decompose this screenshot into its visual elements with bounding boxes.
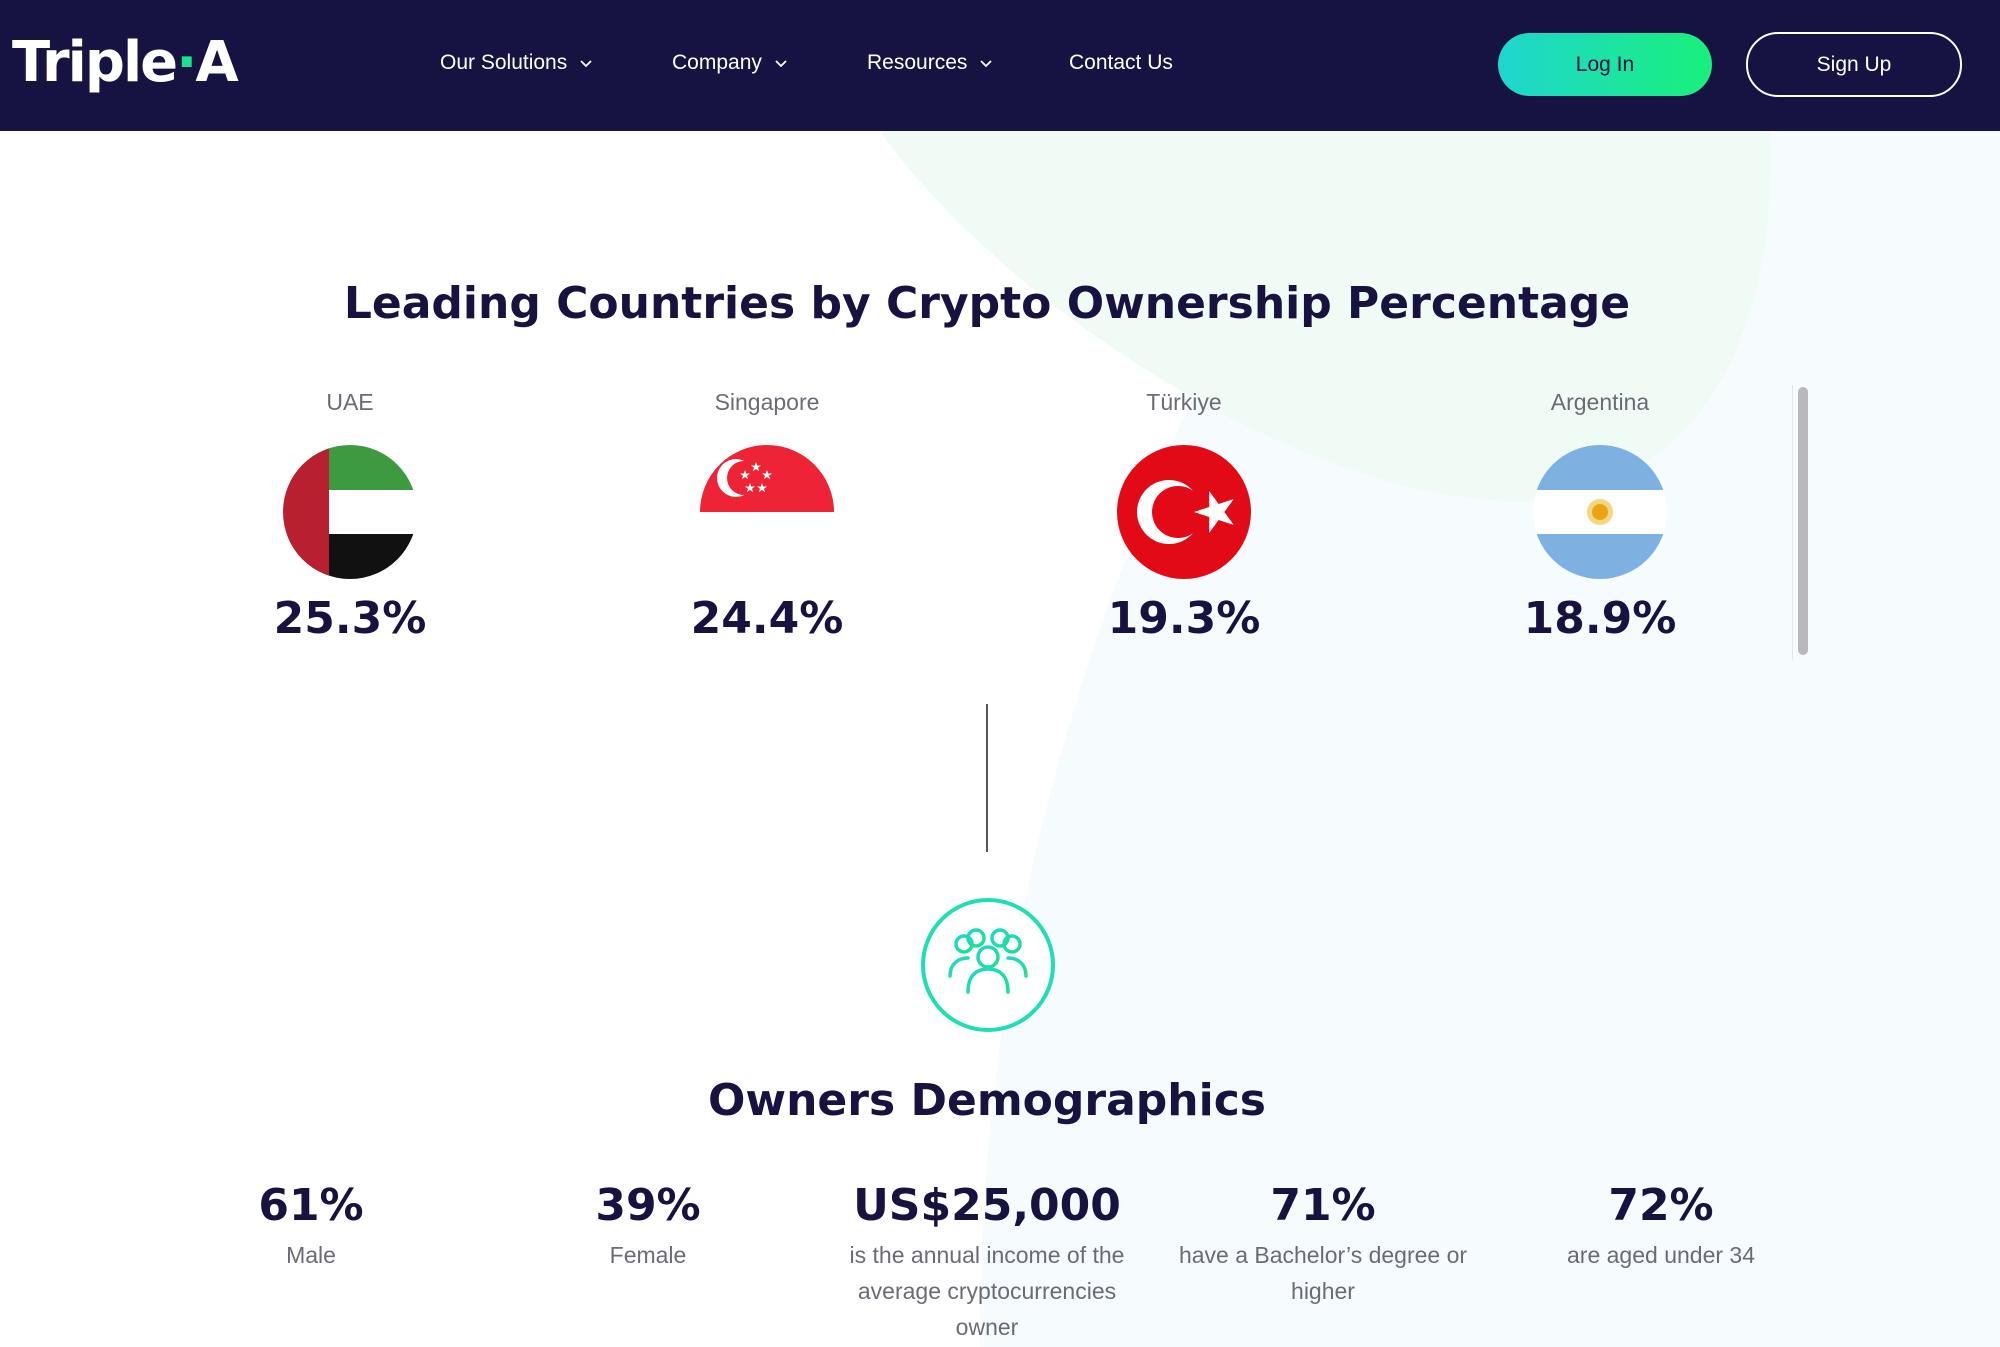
- nav-contact-us[interactable]: Contact Us: [1069, 48, 1173, 78]
- stat-value: US$25,000: [853, 1180, 1121, 1231]
- nav-item-label: Resources: [867, 51, 968, 74]
- stat-female: 39% Female: [498, 1175, 798, 1273]
- people-group-icon: [921, 898, 1055, 1032]
- stat-description-line: is the annual income of the: [849, 1242, 1125, 1268]
- stat-description: Male: [286, 1242, 336, 1268]
- country-card-argentina: Argentina 18.9%: [1450, 385, 1750, 647]
- country-percent: 18.9%: [1523, 593, 1677, 644]
- country-name: UAE: [326, 389, 374, 415]
- singapore-flag-icon: [700, 445, 834, 579]
- login-button[interactable]: Log In: [1498, 33, 1712, 96]
- stat-description: Female: [609, 1242, 687, 1268]
- stat-value: 39%: [595, 1180, 701, 1231]
- stat-value: 72%: [1608, 1180, 1714, 1231]
- demographics-title: Owners Demographics: [708, 1075, 1266, 1126]
- argentina-flag-icon: [1533, 445, 1667, 579]
- country-card-turkiye: Türkiye 19.3%: [1034, 385, 1334, 647]
- stat-value: 61%: [258, 1180, 364, 1231]
- section-divider-line: [986, 704, 988, 852]
- country-name: Türkiye: [1146, 389, 1222, 415]
- stat-annual-income: US$25,000 is the annual income of the av…: [827, 1175, 1147, 1345]
- stat-description: are aged under 34: [1567, 1242, 1755, 1268]
- triple-a-logo[interactable]: Triple·A: [12, 28, 239, 98]
- stat-bachelors-degree: 71% have a Bachelor’s degree or higher: [1163, 1175, 1483, 1309]
- nav-company[interactable]: Company: [672, 48, 788, 78]
- country-card-singapore: Singapore 24.4%: [617, 385, 917, 647]
- countries-scrollbar[interactable]: [1792, 385, 1813, 660]
- countries-section-title: Leading Countries by Crypto Ownership Pe…: [343, 278, 1631, 329]
- chevron-down-icon: [980, 60, 993, 68]
- chevron-down-icon: [775, 60, 787, 68]
- stat-aged-under-34: 72% are aged under 34: [1511, 1175, 1811, 1273]
- logo-text-triple: Triple: [12, 30, 178, 95]
- top-navbar: Triple·A Our Solutions Company Resources…: [0, 0, 2000, 131]
- turkey-flag-icon: [1117, 445, 1251, 579]
- stat-description-line: have a Bachelor’s degree or: [1178, 1242, 1468, 1268]
- country-name: Argentina: [1550, 389, 1650, 415]
- country-percent: 24.4%: [690, 593, 844, 644]
- stat-male: 61% Male: [161, 1175, 461, 1273]
- stat-description-line: average cryptocurrencies: [857, 1278, 1117, 1304]
- country-card-uae: UAE 25.3%: [200, 385, 500, 647]
- logo-dot: ·: [176, 30, 197, 95]
- uae-flag-icon: [283, 445, 417, 579]
- country-name: Singapore: [714, 389, 820, 415]
- signup-button[interactable]: Sign Up: [1746, 32, 1962, 97]
- nav-resources[interactable]: Resources: [867, 48, 993, 78]
- scrollbar-thumb[interactable]: [1798, 387, 1808, 655]
- nav-item-label: Company: [672, 51, 762, 74]
- country-percent: 19.3%: [1107, 593, 1261, 644]
- country-percent: 25.3%: [273, 593, 427, 644]
- stat-value: 71%: [1270, 1180, 1376, 1231]
- logo-text-a: A: [195, 30, 238, 95]
- nav-our-solutions[interactable]: Our Solutions: [440, 48, 593, 78]
- chevron-down-icon: [580, 60, 592, 68]
- stat-description-line: higher: [1291, 1278, 1355, 1304]
- nav-item-label: Our Solutions: [440, 51, 568, 74]
- nav-item-label: Contact Us: [1069, 51, 1173, 74]
- stat-description-line: owner: [955, 1314, 1019, 1340]
